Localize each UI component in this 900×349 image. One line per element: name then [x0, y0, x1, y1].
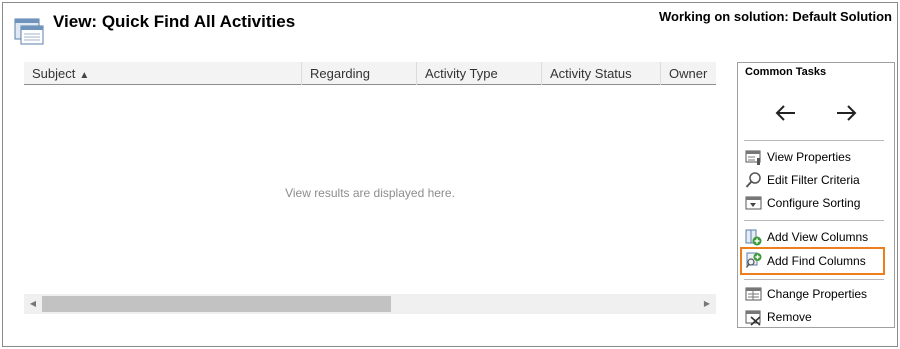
task-label: Add Find Columns: [767, 254, 866, 268]
arrow-right-icon[interactable]: [832, 101, 860, 125]
column-header-regarding[interactable]: Regarding: [302, 62, 417, 85]
sorting-icon: [745, 196, 762, 210]
edit-filter-criteria-task[interactable]: Edit Filter Criteria: [744, 169, 884, 191]
task-label: Remove: [767, 310, 812, 324]
grid-header: Subject ▲ Regarding Activity Type Activit…: [24, 62, 716, 85]
common-tasks-panel: Common Tasks View Properties Edit Filter…: [737, 62, 895, 328]
view-icon: [14, 18, 44, 45]
column-label: Owner: [669, 66, 708, 81]
separator: [744, 220, 884, 221]
add-view-columns-task[interactable]: Add View Columns: [744, 226, 884, 248]
column-label: Regarding: [310, 66, 370, 81]
column-header-owner[interactable]: Owner: [661, 62, 716, 85]
add-find-columns-icon: [745, 252, 762, 268]
empty-results-message: View results are displayed here.: [285, 186, 455, 200]
solution-label: Working on solution: Default Solution: [658, 9, 892, 24]
results-grid: Subject ▲ Regarding Activity Type Activit…: [24, 62, 716, 317]
configure-sorting-task[interactable]: Configure Sorting: [744, 192, 884, 214]
task-label: Edit Filter Criteria: [767, 173, 860, 187]
sort-ascending-icon: ▲: [79, 70, 90, 81]
column-label: Subject: [32, 66, 76, 81]
scrollbar-thumb[interactable]: [42, 296, 391, 312]
view-properties-icon: [745, 150, 761, 165]
add-find-columns-task[interactable]: Add Find Columns: [740, 247, 885, 275]
task-label: Change Properties: [767, 287, 868, 301]
column-header-activity-type[interactable]: Activity Type: [417, 62, 542, 85]
horizontal-scrollbar[interactable]: ◀ ▶: [24, 294, 716, 314]
remove-task[interactable]: Remove: [744, 306, 884, 328]
column-header-activity-status[interactable]: Activity Status: [542, 62, 661, 85]
change-properties-task[interactable]: Change Properties: [744, 283, 884, 305]
view-editor-window: View: Quick Find All Activities Working …: [2, 2, 898, 347]
column-label: Activity Type: [425, 66, 498, 81]
column-label: Activity Status: [550, 66, 632, 81]
arrow-left-icon[interactable]: [772, 101, 800, 125]
change-properties-icon: [745, 287, 762, 301]
column-header-subject[interactable]: Subject ▲: [24, 62, 302, 85]
magnifier-icon: [745, 172, 761, 188]
remove-icon: [745, 310, 761, 326]
separator: [744, 279, 884, 280]
triangle-right-icon[interactable]: ▶: [698, 294, 716, 314]
task-label: View Properties: [767, 150, 851, 164]
add-view-columns-icon: [745, 229, 762, 246]
common-tasks-title: Common Tasks: [745, 66, 827, 78]
view-properties-task[interactable]: View Properties: [744, 146, 884, 168]
task-label: Configure Sorting: [767, 196, 861, 210]
page-title: View: Quick Find All Activities: [53, 12, 296, 31]
task-label: Add View Columns: [767, 230, 869, 244]
separator: [744, 140, 884, 141]
triangle-left-icon[interactable]: ◀: [24, 294, 42, 314]
